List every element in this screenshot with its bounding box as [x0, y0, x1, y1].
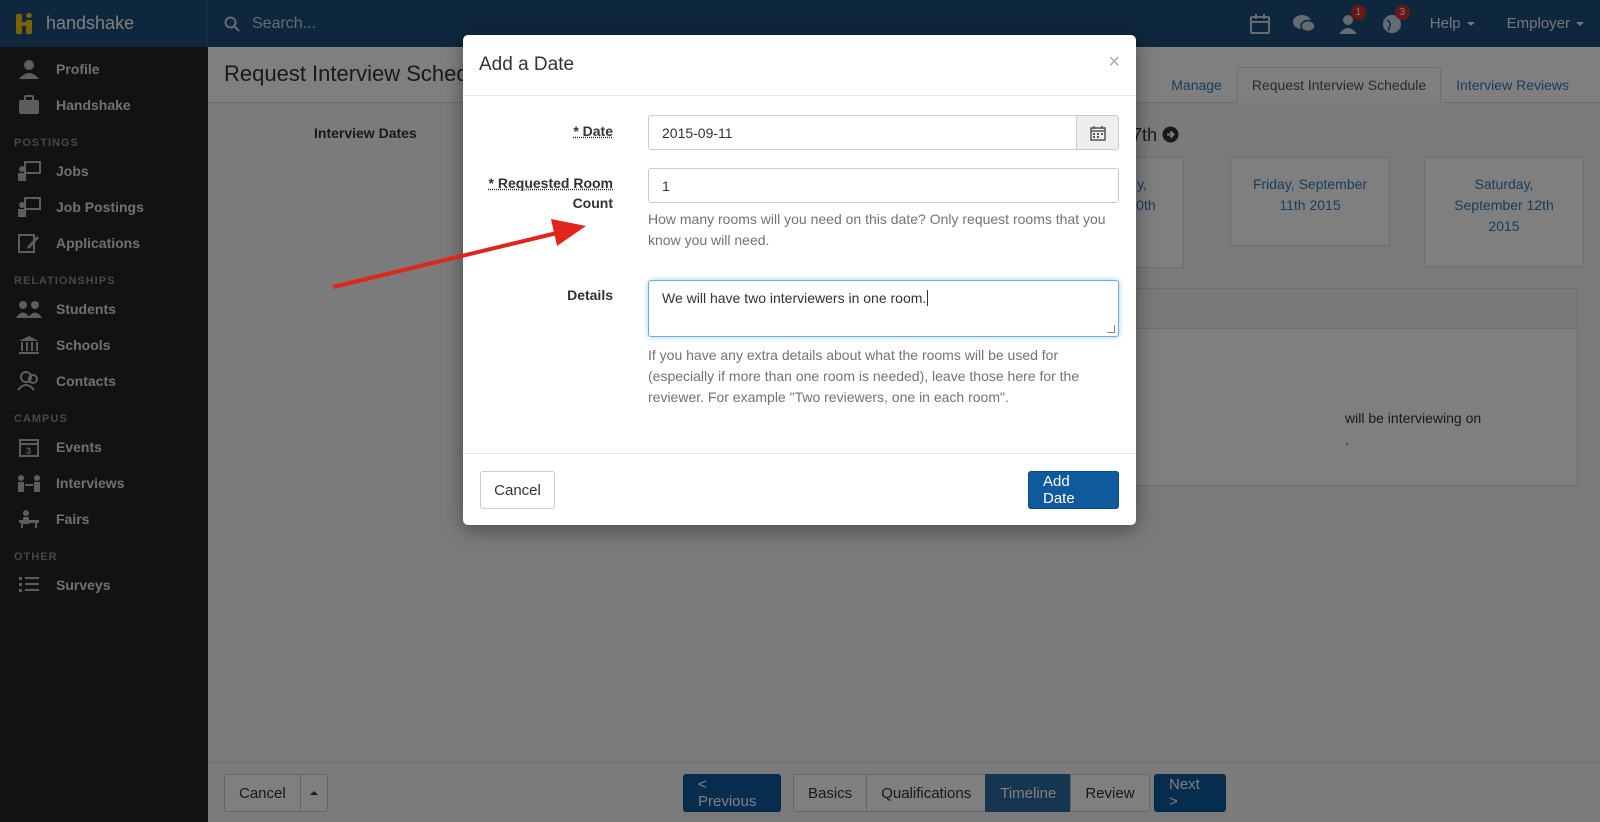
modal-title: Add a Date — [479, 54, 575, 75]
modal-header: Add a Date × — [463, 35, 1136, 96]
date-picker-button[interactable] — [1076, 115, 1119, 150]
date-label: * Date — [573, 123, 613, 139]
room-count-label: * Requested Room Count — [488, 175, 613, 211]
close-icon[interactable]: × — [1108, 51, 1120, 74]
details-textarea[interactable]: We will have two interviewers in one roo… — [648, 280, 1119, 337]
resize-handle-icon[interactable] — [1107, 325, 1115, 333]
calendar-icon — [1089, 125, 1106, 141]
details-label: Details — [567, 287, 613, 303]
modal-cancel-button[interactable]: Cancel — [480, 471, 555, 509]
room-count-help: How many rooms will you need on this dat… — [648, 211, 1106, 248]
add-date-modal: Add a Date × * Date 2015-09-11 * Request… — [463, 35, 1136, 525]
add-date-button[interactable]: Add Date — [1028, 471, 1119, 509]
details-text: We will have two interviewers in one roo… — [662, 290, 927, 306]
date-input[interactable]: 2015-09-11 — [648, 115, 1077, 150]
details-help: If you have any extra details about what… — [648, 347, 1080, 405]
modal-footer: Cancel Add Date — [463, 453, 1136, 525]
room-count-input[interactable]: 1 — [648, 168, 1119, 203]
